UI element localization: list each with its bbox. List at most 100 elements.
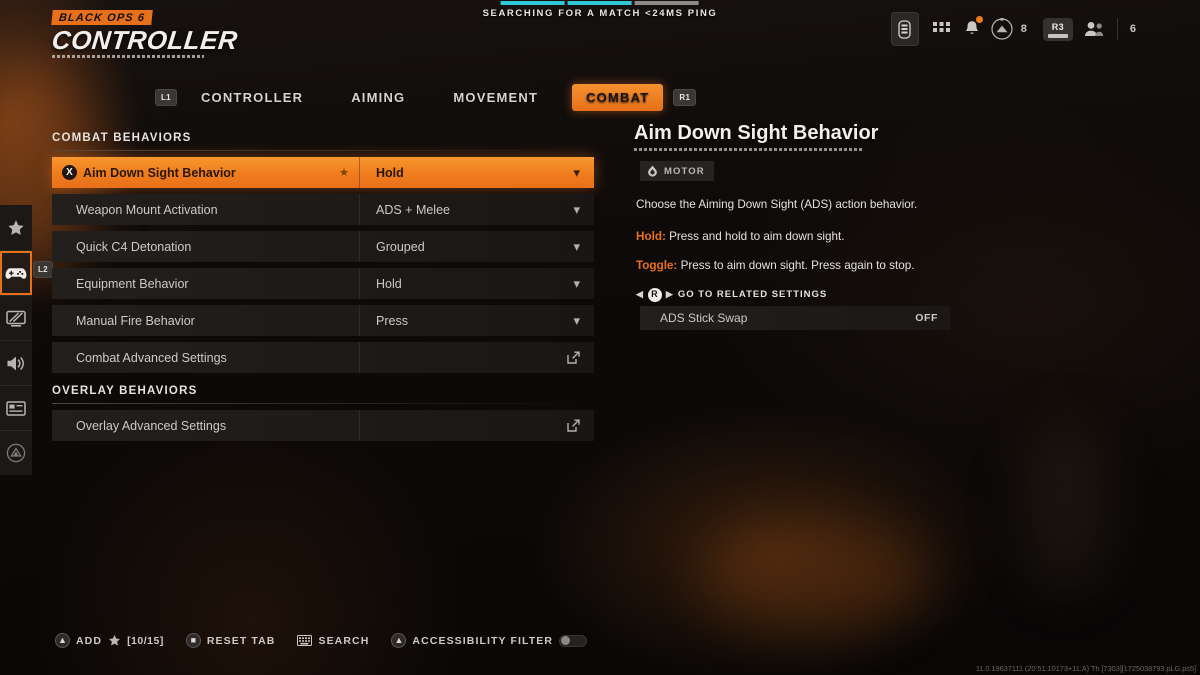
setting-value: Hold: [376, 165, 404, 180]
chevron-left-icon: ◀: [636, 289, 644, 300]
build-version-string: 11.0.19637111 (20:51:10173+11:A) Th [730…: [975, 664, 1196, 673]
chevron-down-icon[interactable]: ▾: [573, 203, 580, 216]
option-key: Toggle:: [636, 258, 678, 272]
l2-bumper-badge: L2: [33, 261, 53, 278]
setting-row-equipment-behavior[interactable]: Equipment Behavior Hold ▾: [52, 268, 594, 299]
game-settings-screen: BLACK OPS 6 CONTROLLER SEARCHING FOR A M…: [0, 0, 1200, 675]
detail-panel: Aim Down Sight Behavior MOTOR Choose the…: [634, 122, 964, 330]
setting-row-combat-advanced-settings[interactable]: Combat Advanced Settings: [52, 342, 594, 373]
tab-aiming[interactable]: AIMING: [337, 84, 419, 111]
square-button-icon: ■: [185, 633, 201, 648]
setting-row-quick-c4-detonation[interactable]: Quick C4 Detonation Grouped ▾: [52, 231, 594, 262]
row-value-area[interactable]: Grouped ▾: [360, 231, 594, 262]
battery-icon[interactable]: [890, 12, 919, 46]
sidebar-item-controller[interactable]: L2: [0, 250, 53, 295]
setting-row-overlay-advanced-settings[interactable]: Overlay Advanced Settings: [52, 410, 594, 441]
sidebar-item-interface[interactable]: [0, 385, 32, 430]
favorites-count: [10/15]: [127, 634, 164, 647]
action-label: ACCESSIBILITY FILTER: [412, 634, 554, 647]
top-bar: BLACK OPS 6 CONTROLLER SEARCHING FOR A M…: [0, 0, 1200, 58]
option-key: Hold:: [636, 229, 666, 243]
related-setting-label: ADS Stick Swap: [660, 310, 748, 325]
action-label: ADD: [76, 634, 103, 647]
triangle-button-icon: ▲: [391, 633, 407, 648]
open-submenu-icon[interactable]: [567, 351, 580, 364]
left-bumper-hint[interactable]: L1: [155, 89, 177, 106]
setting-label: Manual Fire Behavior: [76, 313, 195, 328]
r-button-icon: R: [647, 287, 662, 302]
action-add[interactable]: ▲ ADD [10/15]: [55, 633, 164, 648]
accessibility-motor-icon: [647, 165, 658, 177]
chevron-down-icon[interactable]: ▾: [573, 277, 580, 290]
setting-row-weapon-mount-activation[interactable]: Weapon Mount Activation ADS + Melee ▾: [52, 194, 594, 225]
option-text: Press to aim down sight. Press again to …: [680, 258, 915, 272]
category-sidebar: L2: [0, 205, 53, 475]
open-submenu-icon[interactable]: [567, 419, 580, 432]
related-row-ads-stick-swap[interactable]: ADS Stick Swap OFF: [640, 305, 950, 330]
sidebar-item-audio[interactable]: [0, 340, 32, 385]
row-value-area[interactable]: Hold ▾: [360, 268, 594, 299]
triangle-button-icon: ▲: [55, 633, 70, 648]
tab-combat[interactable]: COMBAT: [572, 84, 664, 111]
detail-title: Aim Down Sight Behavior: [634, 122, 879, 144]
favorite-star-icon[interactable]: ★: [339, 166, 349, 179]
row-label-area: Weapon Mount Activation: [52, 194, 360, 225]
action-accessibility-filter[interactable]: ▲ ACCESSIBILITY FILTER: [391, 633, 588, 648]
setting-value: ADS + Melee: [376, 202, 450, 217]
cod-points-icon[interactable]: [987, 12, 1017, 46]
sidebar-item-network[interactable]: [0, 430, 32, 475]
sidebar-item-graphics[interactable]: [0, 295, 32, 340]
brand-underline: [51, 55, 205, 58]
friends-icon[interactable]: [1079, 12, 1109, 46]
speaker-icon: [6, 355, 27, 372]
top-right-toolbar: 8 R3 6: [890, 12, 1142, 46]
setting-value: Grouped: [376, 239, 425, 254]
r3-button-hint[interactable]: R3: [1042, 17, 1073, 41]
status-badge: MOTOR: [640, 161, 714, 181]
row-label-area: X Aim Down Sight Behavior ★: [52, 157, 360, 188]
row-label-area: Combat Advanced Settings: [52, 342, 360, 373]
row-label-area: Quick C4 Detonation: [52, 231, 360, 262]
background-glow-1: [700, 520, 930, 630]
go-to-related-settings[interactable]: ◀ R ▶ GO TO RELATED SETTINGS: [636, 287, 964, 302]
row-value-area[interactable]: [360, 410, 594, 441]
chevron-right-icon: ▶: [665, 289, 674, 300]
related-setting-value: OFF: [915, 311, 938, 324]
star-icon: [108, 634, 121, 647]
setting-row-manual-fire-behavior[interactable]: Manual Fire Behavior Press ▾: [52, 305, 594, 336]
progress-segment: [567, 1, 632, 5]
divider: [52, 150, 594, 151]
bell-icon[interactable]: [957, 12, 987, 46]
right-bumper-hint[interactable]: R1: [673, 89, 697, 106]
row-value-area[interactable]: [360, 342, 594, 373]
accessibility-filter-toggle[interactable]: [559, 634, 588, 647]
brand-subtitle: BLACK OPS 6: [51, 10, 153, 25]
chevron-down-icon[interactable]: ▾: [573, 240, 580, 253]
chevron-down-icon[interactable]: ▾: [573, 314, 580, 327]
row-value-area[interactable]: ADS + Melee ▾: [360, 194, 594, 225]
grid-apps-icon[interactable]: [927, 12, 957, 46]
action-search[interactable]: SEARCH: [297, 635, 369, 647]
display-icon: [6, 310, 26, 327]
tab-controller[interactable]: CONTROLLER: [187, 84, 317, 111]
setting-row-aim-down-sight-behavior[interactable]: X Aim Down Sight Behavior ★ Hold ▾: [52, 157, 594, 188]
row-value-area[interactable]: Press ▾: [360, 305, 594, 336]
status-badge-label: MOTOR: [664, 165, 705, 177]
matchmaking-status: SEARCHING FOR A MATCH <24MS PING: [483, 1, 718, 19]
chevron-down-icon[interactable]: ▾: [573, 166, 580, 179]
sidebar-item-favorites[interactable]: [0, 205, 32, 250]
row-label-area: Overlay Advanced Settings: [52, 410, 360, 441]
row-label-area: Manual Fire Behavior: [52, 305, 360, 336]
background-glow-3: [1020, 420, 1110, 590]
action-label: RESET TAB: [206, 634, 276, 647]
row-value-area[interactable]: Hold ▾: [360, 157, 594, 188]
detail-option-toggle: Toggle: Press to aim down sight. Press a…: [636, 259, 964, 272]
setting-value: Hold: [376, 276, 402, 291]
tab-movement[interactable]: MOVEMENT: [439, 84, 552, 111]
progress-segment: [634, 1, 699, 5]
related-settings-label: GO TO RELATED SETTINGS: [677, 289, 828, 301]
action-reset-tab[interactable]: ■ RESET TAB: [185, 633, 276, 648]
setting-label: Weapon Mount Activation: [76, 202, 218, 217]
group-title-overlay: OVERLAY BEHAVIORS: [52, 385, 198, 397]
option-text: Press and hold to aim down sight.: [669, 229, 845, 243]
